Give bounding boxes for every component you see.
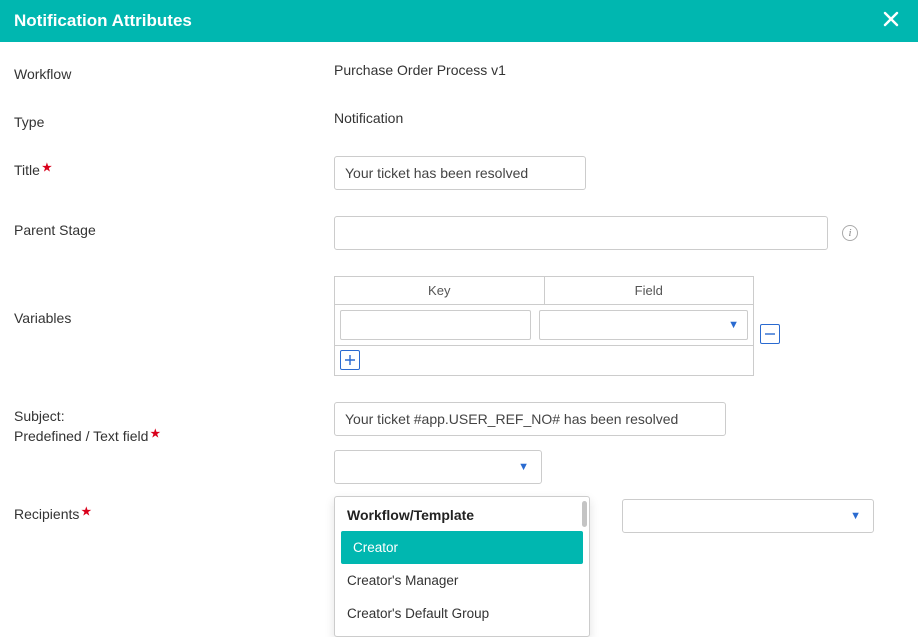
row-workflow: Workflow Purchase Order Process v1 — [0, 60, 918, 82]
var-field-select[interactable]: ▼ — [539, 310, 748, 340]
label-subject: Subject: Predefined / Text field★ — [14, 402, 334, 444]
add-row-button[interactable] — [340, 350, 360, 370]
required-star-icon: ★ — [42, 162, 52, 174]
close-icon[interactable] — [878, 6, 904, 36]
variables-table-header: Key Field — [335, 277, 753, 305]
chevron-down-icon: ▼ — [850, 510, 861, 522]
row-subject: Subject: Predefined / Text field★ ▼ — [0, 402, 918, 484]
parent-stage-input[interactable] — [334, 216, 828, 250]
remove-row-button[interactable] — [760, 324, 780, 344]
vars-col-key: Key — [335, 277, 545, 304]
dropdown-option-creator[interactable]: Creator — [341, 531, 583, 564]
chevron-down-icon: ▼ — [728, 319, 739, 331]
vars-col-field: Field — [545, 277, 754, 304]
row-type: Type Notification — [0, 108, 918, 130]
row-parent-stage: Parent Stage i — [0, 216, 918, 250]
value-workflow: Purchase Order Process v1 — [334, 60, 506, 78]
scrollbar-thumb[interactable] — [582, 501, 587, 527]
recipients-secondary-select[interactable]: ▼ — [622, 499, 874, 533]
value-type: Notification — [334, 108, 403, 126]
chevron-down-icon: ▼ — [518, 461, 529, 473]
subject-input[interactable] — [334, 402, 726, 436]
title-input[interactable] — [334, 156, 586, 190]
form-body: Workflow Purchase Order Process v1 Type … — [0, 42, 918, 534]
label-variables: Variables — [14, 276, 334, 326]
label-title: Title★ — [14, 156, 334, 178]
row-title: Title★ — [0, 156, 918, 190]
label-workflow: Workflow — [14, 60, 334, 82]
dropdown-option-creators-default-group[interactable]: Creator's Default Group — [335, 597, 589, 630]
required-star-icon: ★ — [81, 506, 91, 518]
label-type: Type — [14, 108, 334, 130]
variables-table-row: ▼ — [335, 305, 753, 345]
dropdown-group-label: Workflow/Template — [335, 497, 589, 531]
required-star-icon: ★ — [150, 428, 160, 440]
predefined-select[interactable]: ▼ — [334, 450, 542, 484]
variables-table: Key Field ▼ — [334, 276, 754, 376]
label-recipients: Recipients★ — [14, 498, 334, 522]
var-key-input[interactable] — [340, 310, 531, 340]
info-icon[interactable]: i — [842, 225, 858, 241]
recipients-dropdown: Workflow/Template Creator Creator's Mana… — [334, 496, 590, 637]
dialog-title: Notification Attributes — [14, 11, 192, 31]
label-parent-stage: Parent Stage — [14, 216, 334, 238]
row-variables: Variables Key Field ▼ — [0, 276, 918, 376]
dropdown-option-creators-manager[interactable]: Creator's Manager — [335, 564, 589, 597]
variables-table-footer — [335, 345, 753, 375]
dialog-header: Notification Attributes — [0, 0, 918, 42]
